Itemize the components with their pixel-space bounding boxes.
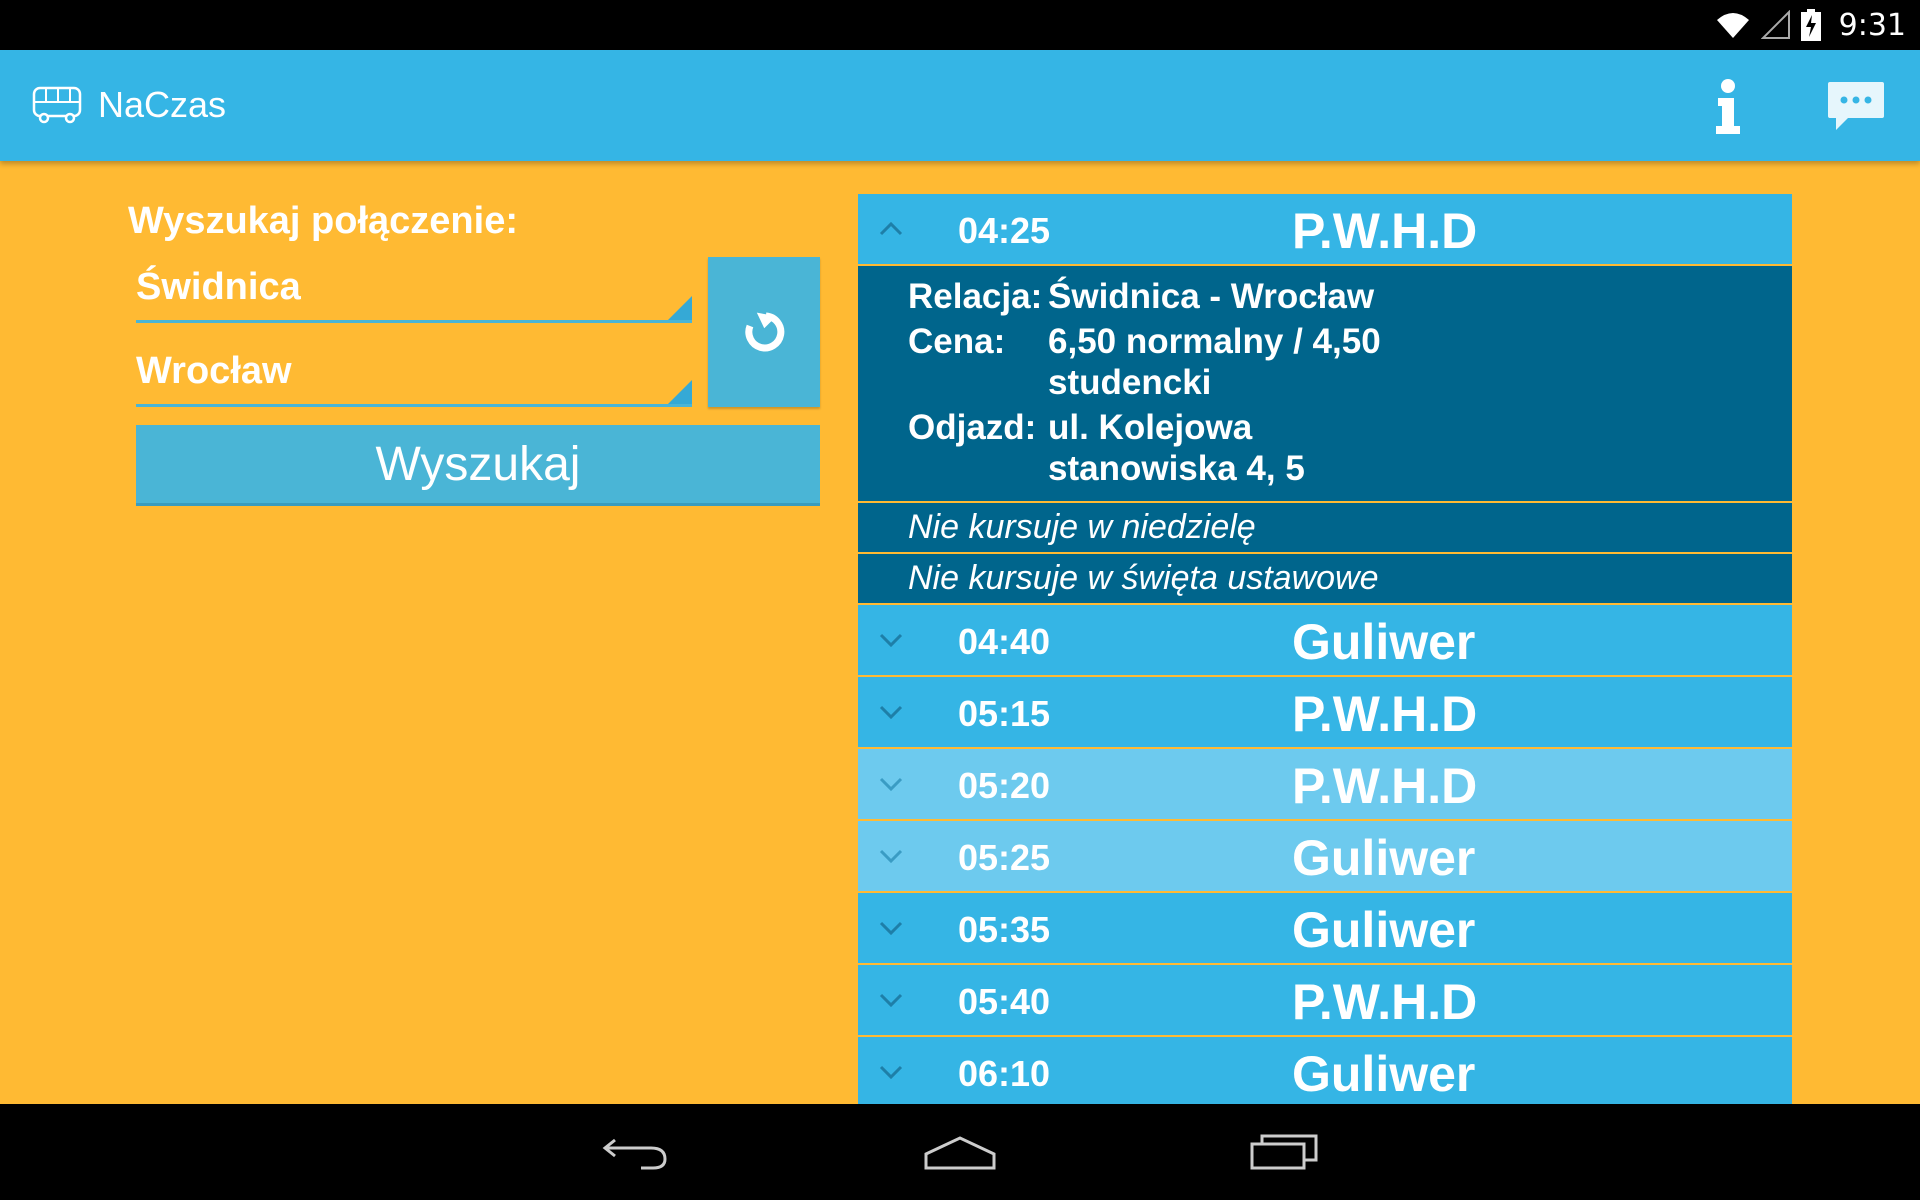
chevron-down-icon [879, 1065, 903, 1080]
carrier-name: P.W.H.D [1292, 203, 1478, 259]
to-spinner[interactable]: Wrocław [136, 340, 692, 407]
departure-time: 05:15 [958, 693, 1051, 734]
departure-time: 06:10 [958, 1053, 1051, 1094]
connection-row-expanded[interactable]: 04:25 P.W.H.D [858, 194, 1792, 266]
departure-time: 05:35 [958, 909, 1051, 950]
status-clock: 9:31 [1838, 7, 1906, 43]
bus-icon [32, 86, 82, 124]
connection-row[interactable]: 05:15 P.W.H.D [858, 677, 1792, 749]
info-icon[interactable] [1700, 74, 1756, 138]
home-icon [924, 1136, 996, 1170]
detail-value: ul. Kolejowa stanowiska 4, 5 [1048, 408, 1305, 488]
recents-icon [1250, 1134, 1318, 1170]
chevron-down-icon [879, 777, 903, 792]
departure-time: 05:20 [958, 765, 1051, 806]
search-heading: Wyszukaj połączenie: [128, 200, 518, 242]
signal-icon [1760, 10, 1790, 39]
navigation-bar [0, 1104, 1920, 1200]
from-spinner[interactable]: Świdnica [136, 256, 692, 323]
departure-time: 04:25 [958, 210, 1051, 251]
departure-time: 04:40 [958, 621, 1051, 662]
detail-row: Relacja: Świdnica - Wrocław [908, 276, 1792, 317]
search-button[interactable]: Wyszukaj [136, 425, 820, 506]
wifi-icon [1716, 13, 1749, 38]
connection-row[interactable]: 05:40 P.W.H.D [858, 965, 1792, 1037]
departure-time: 05:40 [958, 981, 1051, 1022]
dropdown-triangle-icon [668, 296, 692, 320]
detail-label: Cena: [908, 322, 1006, 361]
carrier-name: P.W.H.D [1292, 686, 1478, 742]
note-row: Nie kursuje w niedzielę [858, 503, 1792, 554]
carrier-name: Guliwer [1292, 1046, 1476, 1102]
carrier-name: Guliwer [1292, 830, 1476, 886]
connection-row[interactable]: 05:20 P.W.H.D [858, 749, 1792, 821]
detail-label: Relacja: [908, 277, 1043, 316]
recents-button[interactable] [1244, 1122, 1324, 1182]
chevron-up-icon [879, 221, 903, 236]
swap-arrow-icon [745, 312, 785, 352]
chevron-down-icon [879, 849, 903, 864]
app-title: NaCzas [98, 84, 227, 125]
status-bar: 9:31 [0, 0, 1920, 50]
departure-time: 05:25 [958, 837, 1051, 878]
action-bar: NaCzas [0, 50, 1920, 161]
chevron-down-icon [879, 921, 903, 936]
connection-row[interactable]: 05:25 Guliwer [858, 821, 1792, 893]
from-value: Świdnica [136, 266, 301, 308]
detail-value: Świdnica - Wrocław [1048, 277, 1375, 316]
dropdown-triangle-icon [668, 380, 692, 404]
chevron-down-icon [879, 993, 903, 1008]
detail-row: Cena: 6,50 normalny / 4,50 studencki [908, 321, 1792, 403]
carrier-name: Guliwer [1292, 614, 1476, 670]
connection-details: Relacja: Świdnica - Wrocław Cena: 6,50 n… [858, 266, 1792, 503]
chevron-down-icon [879, 705, 903, 720]
back-icon [602, 1138, 667, 1170]
connection-row[interactable]: 04:40 Guliwer [858, 605, 1792, 677]
swap-button[interactable] [708, 257, 820, 407]
note-row: Nie kursuje w święta ustawowe [858, 554, 1792, 605]
chevron-down-icon [879, 633, 903, 648]
to-value: Wrocław [136, 350, 292, 392]
back-button[interactable] [596, 1122, 676, 1182]
carrier-name: P.W.H.D [1292, 758, 1478, 814]
chat-icon[interactable] [1826, 80, 1886, 134]
battery-charging-icon [1800, 9, 1821, 41]
detail-row: Odjazd: ul. Kolejowa stanowiska 4, 5 [908, 407, 1792, 489]
carrier-name: Guliwer [1292, 902, 1476, 958]
detail-value: 6,50 normalny / 4,50 studencki [1048, 322, 1381, 402]
connection-row[interactable]: 06:10 Guliwer [858, 1037, 1792, 1109]
carrier-name: P.W.H.D [1292, 974, 1478, 1030]
detail-label: Odjazd: [908, 408, 1037, 447]
home-button[interactable] [920, 1122, 1000, 1182]
connection-row[interactable]: 05:35 Guliwer [858, 893, 1792, 965]
connections-list: 04:25 P.W.H.D Relacja: Świdnica - Wrocła… [858, 194, 1792, 1109]
